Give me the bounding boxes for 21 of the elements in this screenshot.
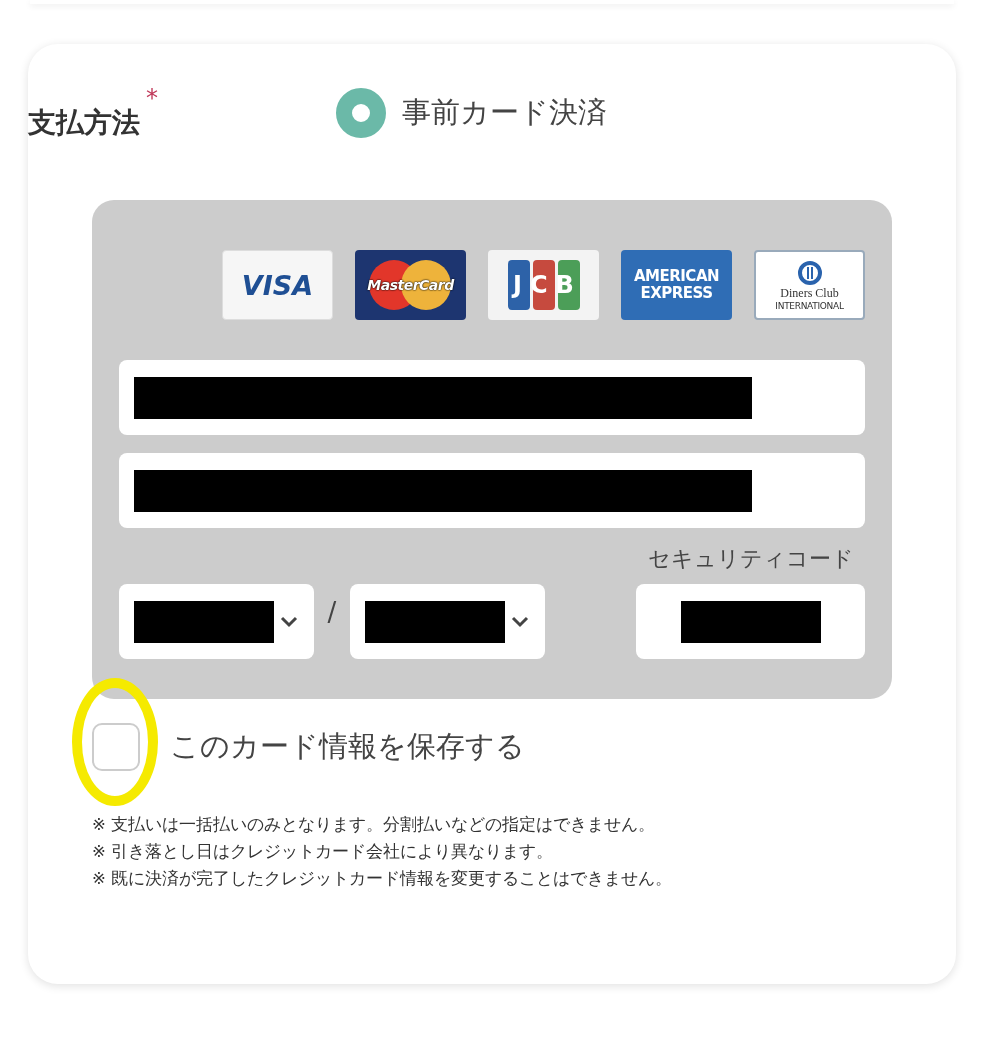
chevron-down-icon — [279, 614, 299, 629]
separator-text: / — [326, 596, 338, 627]
card-number-field[interactable] — [119, 360, 865, 435]
checkbox-label[interactable]: このカード情報を保存する — [170, 727, 525, 767]
radio-button[interactable] — [336, 88, 386, 138]
diners-club-logo: Diners Club INTERNATIONAL — [754, 250, 865, 320]
note-text: ※ 既に決済が完了したクレジットカード情報を変更することはできません。 — [92, 868, 674, 890]
radio-label[interactable]: 事前カード決済 — [402, 93, 607, 133]
year-select[interactable] — [350, 584, 545, 659]
security-code-label: セキュリティコード — [647, 545, 854, 573]
note-text: ※ 引き落とし日はクレジットカード会社により異なります。 — [92, 841, 555, 863]
amex-logo: AMERICAN EXPRESS — [621, 250, 732, 320]
chevron-down-icon — [510, 614, 530, 629]
card-name-field[interactable] — [119, 453, 865, 528]
month-select[interactable] — [119, 584, 314, 659]
note-text: ※ 支払いは一括払いのみとなります。分割払いなどの指定はできません。 — [92, 814, 657, 836]
required-mark: * — [146, 84, 158, 112]
visa-logo: VISA — [222, 250, 333, 320]
field-label: 支払方法 — [28, 105, 140, 141]
security-code-field[interactable] — [636, 584, 865, 659]
checkbox[interactable] — [92, 723, 140, 771]
